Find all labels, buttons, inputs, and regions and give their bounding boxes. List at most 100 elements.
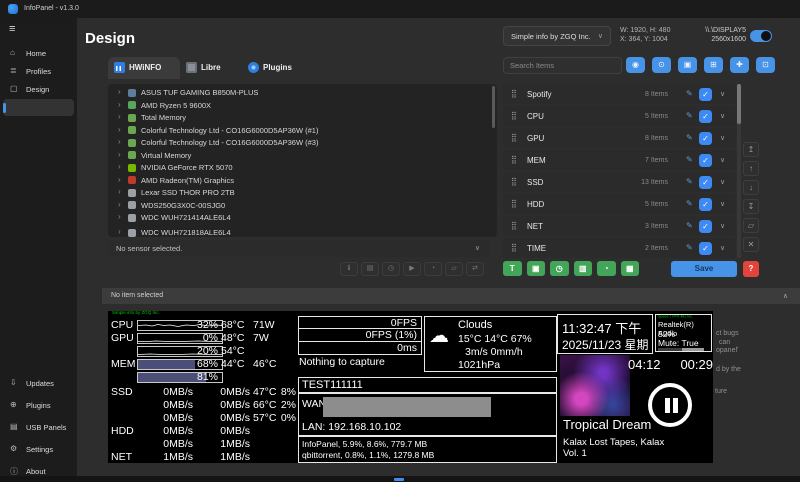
expand-chevron-icon[interactable]: › bbox=[118, 150, 121, 159]
edit-pencil-icon[interactable]: ✎ bbox=[686, 89, 693, 98]
sidebar-item-profiles[interactable]: ≣ Profiles bbox=[0, 64, 77, 80]
group-row-hdd[interactable]: ⣿HDD5 Items✎✓∨ bbox=[503, 194, 736, 214]
sensor-select-dropdown[interactable]: No sensor selected. ∨ bbox=[108, 240, 490, 257]
sensor-tool-gauge-button[interactable]: ◔ bbox=[424, 262, 442, 276]
tree-row[interactable]: ›AMD Radeon(TM) Graphics bbox=[108, 175, 497, 187]
tree-row[interactable]: ›Colorful Technology Ltd - CO16G6000D5AP… bbox=[108, 137, 497, 149]
group-row-time[interactable]: ⣿TIME2 Items✎✓∨ bbox=[503, 238, 736, 258]
chevron-down-icon[interactable]: ∨ bbox=[720, 156, 725, 164]
group-checkbox[interactable]: ✓ bbox=[699, 242, 712, 255]
expand-chevron-icon[interactable]: › bbox=[118, 162, 121, 171]
edit-pencil-icon[interactable]: ✎ bbox=[686, 221, 693, 230]
sidebar-item-settings[interactable]: ⚙ Settings bbox=[0, 442, 77, 458]
add-gauge-button[interactable]: ◔ bbox=[597, 261, 616, 276]
edit-pencil-icon[interactable]: ✎ bbox=[686, 155, 693, 164]
sidebar-item-updates[interactable]: ⇩ Updates bbox=[0, 376, 77, 392]
taskbar-app-icon[interactable] bbox=[394, 478, 404, 482]
tab-plugins[interactable]: Plugins bbox=[242, 57, 306, 79]
sidebar-item-home[interactable]: ⌂ Home bbox=[0, 46, 77, 62]
tool-target-button[interactable]: ⊙ bbox=[652, 57, 671, 73]
group-row-gpu[interactable]: ⣿GPU8 Items✎✓∨ bbox=[503, 128, 736, 148]
chevron-down-icon[interactable]: ∨ bbox=[720, 244, 725, 252]
group-checkbox[interactable]: ✓ bbox=[699, 176, 712, 189]
tree-row[interactable]: ›Colorful Technology Ltd - CO16G6000D5AP… bbox=[108, 125, 497, 137]
group-checkbox[interactable]: ✓ bbox=[699, 198, 712, 211]
expand-chevron-icon[interactable]: › bbox=[118, 100, 121, 109]
drag-handle-icon[interactable]: ⣿ bbox=[511, 111, 517, 120]
edit-pencil-icon[interactable]: ✎ bbox=[686, 133, 693, 142]
chevron-down-icon[interactable]: ∨ bbox=[720, 222, 725, 230]
group-row-spotify[interactable]: ⣿Spotify8 Items✎✓∨ bbox=[503, 84, 736, 104]
expand-chevron-icon[interactable]: › bbox=[118, 112, 121, 121]
drag-handle-icon[interactable]: ⣿ bbox=[511, 199, 517, 208]
tool-lock-button[interactable]: ⊡ bbox=[756, 57, 775, 73]
sensor-tool-info-button[interactable]: ℹ bbox=[340, 262, 358, 276]
tree-row[interactable]: ›AMD Ryzen 5 9600X bbox=[108, 100, 497, 112]
sensor-tool-chart-button[interactable]: ▤ bbox=[361, 262, 379, 276]
chevron-down-icon[interactable]: ∨ bbox=[720, 178, 725, 186]
group-row-mem[interactable]: ⣿MEM7 Items✎✓∨ bbox=[503, 150, 736, 170]
selection-statusbar[interactable]: No item selected ∧ bbox=[102, 288, 800, 304]
tab-hwinfo[interactable]: HWiNFO bbox=[108, 57, 180, 79]
tree-row[interactable]: ›NVIDIA GeForce RTX 5070 bbox=[108, 162, 497, 174]
add-clock-button[interactable]: ◷ bbox=[550, 261, 569, 276]
tool-move-button[interactable]: ✚ bbox=[730, 57, 749, 73]
expand-chevron-icon[interactable]: › bbox=[118, 87, 121, 96]
drag-handle-icon[interactable]: ⣿ bbox=[511, 243, 517, 252]
duplicate-button[interactable]: ▱ bbox=[743, 218, 759, 233]
move-up-button[interactable]: ↑ bbox=[743, 161, 759, 176]
expand-chevron-icon[interactable]: › bbox=[118, 212, 121, 221]
tool-add-button[interactable]: ⊞ bbox=[704, 57, 723, 73]
chevron-down-icon[interactable]: ∨ bbox=[720, 200, 725, 208]
group-checkbox[interactable]: ✓ bbox=[699, 132, 712, 145]
tool-image-button[interactable]: ▣ bbox=[678, 57, 697, 73]
drag-handle-icon[interactable]: ⣿ bbox=[511, 177, 517, 186]
edit-pencil-icon[interactable]: ✎ bbox=[686, 177, 693, 186]
tool-brush-button[interactable]: ◉ bbox=[626, 57, 645, 73]
expand-chevron-icon[interactable]: › bbox=[118, 227, 121, 236]
drag-handle-icon[interactable]: ⣿ bbox=[511, 133, 517, 142]
save-button[interactable]: Save bbox=[671, 261, 737, 277]
edit-pencil-icon[interactable]: ✎ bbox=[686, 111, 693, 120]
add-text-button[interactable]: T bbox=[503, 261, 522, 276]
sidebar-item-usb-panels[interactable]: ▤ USB Panels bbox=[0, 420, 77, 436]
chevron-down-icon[interactable]: ∨ bbox=[720, 112, 725, 120]
expand-chevron-icon[interactable]: › bbox=[118, 125, 121, 134]
group-row-net[interactable]: ⣿NET3 Items✎✓∨ bbox=[503, 216, 736, 236]
edit-pencil-icon[interactable]: ✎ bbox=[686, 243, 693, 252]
chevron-down-icon[interactable]: ∨ bbox=[720, 90, 725, 98]
edit-pencil-icon[interactable]: ✎ bbox=[686, 199, 693, 208]
sensor-tool-swap-button[interactable]: ⇄ bbox=[466, 262, 484, 276]
group-checkbox[interactable]: ✓ bbox=[699, 110, 712, 123]
add-chart-button[interactable]: ▥ bbox=[574, 261, 593, 276]
tab-libre[interactable]: Libre bbox=[180, 57, 238, 79]
hamburger-menu-icon[interactable]: ≡ bbox=[9, 23, 15, 35]
sensor-tool-clock-button[interactable]: ◷ bbox=[382, 262, 400, 276]
move-down-button[interactable]: ↓ bbox=[743, 180, 759, 195]
tree-row[interactable]: ›WDS250G3X0C-00SJG0 bbox=[108, 200, 497, 212]
search-input[interactable] bbox=[503, 57, 622, 74]
display-toggle[interactable] bbox=[750, 30, 772, 42]
sensor-tool-copy-button[interactable]: ▱ bbox=[445, 262, 463, 276]
group-row-ssd[interactable]: ⣿SSD13 Items✎✓∨ bbox=[503, 172, 736, 192]
group-checkbox[interactable]: ✓ bbox=[699, 220, 712, 233]
expand-chevron-icon[interactable]: › bbox=[118, 187, 121, 196]
group-checkbox[interactable]: ✓ bbox=[699, 154, 712, 167]
add-image-button[interactable]: ▣ bbox=[527, 261, 546, 276]
drag-handle-icon[interactable]: ⣿ bbox=[511, 221, 517, 230]
tree-row[interactable]: ›ASUS TUF GAMING B850M-PLUS bbox=[108, 87, 497, 99]
chevron-down-icon[interactable]: ∨ bbox=[720, 134, 725, 142]
tree-row[interactable]: ›Lexar SSD THOR PRO 2TB bbox=[108, 187, 497, 199]
sensor-tool-play-button[interactable]: ▶ bbox=[403, 262, 421, 276]
move-to-top-button[interactable]: ↥ bbox=[743, 142, 759, 157]
group-checkbox[interactable]: ✓ bbox=[699, 88, 712, 101]
tree-row[interactable]: ›Virtual Memory bbox=[108, 150, 497, 162]
group-list-scroll-thumb[interactable] bbox=[737, 84, 741, 124]
help-button[interactable]: ? bbox=[743, 261, 759, 277]
sidebar-item-design[interactable]: ▢ Design bbox=[0, 82, 77, 98]
tree-row[interactable]: ›Total Memory bbox=[108, 112, 497, 124]
tree-scrollbar[interactable] bbox=[492, 86, 495, 128]
drag-handle-icon[interactable]: ⣿ bbox=[511, 155, 517, 164]
add-table-button[interactable]: ▦ bbox=[621, 261, 640, 276]
move-to-bottom-button[interactable]: ↧ bbox=[743, 199, 759, 214]
